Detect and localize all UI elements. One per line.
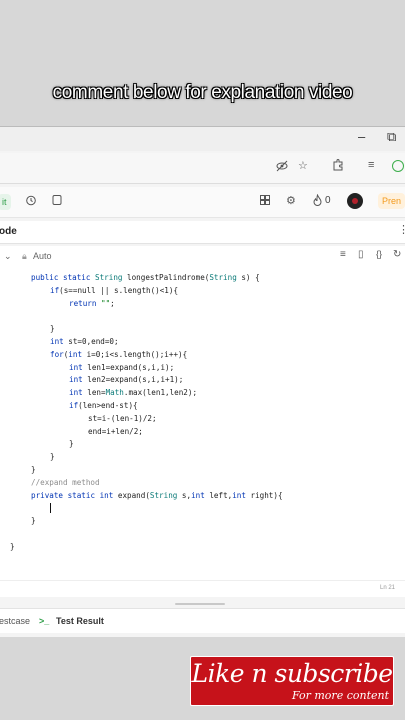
- code-line: }: [69, 439, 74, 449]
- subscribe-banner: Like n subscribe For more content: [190, 656, 394, 706]
- list-icon[interactable]: ≡: [340, 249, 346, 260]
- brackets-icon[interactable]: {}: [376, 249, 382, 259]
- code-line: }: [50, 452, 55, 462]
- code-line: for(int i=0;i<s.length();i++){: [50, 349, 188, 359]
- reading-list-icon[interactable]: ≡: [368, 159, 374, 171]
- editor-subbar: ⌄ 🔒︎ Auto ≡ ▯ {} ↻: [0, 246, 405, 268]
- alarm-icon[interactable]: [25, 194, 37, 209]
- submit-button[interactable]: it: [0, 194, 11, 210]
- video-caption: comment below for explanation video: [52, 82, 353, 103]
- chevron-down-icon[interactable]: ⌄: [4, 251, 12, 262]
- tab-test-result[interactable]: Test Result: [56, 616, 104, 626]
- code-editor[interactable]: public static String longestPalindrome(S…: [0, 268, 405, 580]
- browser-window: – ⧉ ☆ ≡ it ⚙ 0 Pren ode ⋮ ⌄ 🔒︎ Auto ≡ ▯ …: [0, 126, 405, 637]
- code-line: }: [31, 516, 36, 526]
- title-bar: – ⧉: [0, 127, 405, 151]
- terminal-icon: >_: [39, 616, 50, 626]
- fire-icon: [312, 193, 323, 209]
- bookmark-icon[interactable]: ▯: [358, 249, 364, 260]
- editor-toolbar: it ⚙ 0 Pren: [0, 187, 405, 218]
- address-bar: ☆ ≡: [0, 153, 405, 184]
- code-line: end=i+len/2;: [88, 426, 143, 436]
- editor-status-bar: Ln 21: [0, 580, 405, 597]
- avatar[interactable]: [347, 193, 363, 209]
- code-line: int len1=expand(s,i,i);: [69, 362, 175, 372]
- code-line: return "";: [69, 298, 115, 308]
- note-icon[interactable]: [51, 194, 63, 209]
- reset-icon[interactable]: ↻: [393, 249, 401, 260]
- bottom-tabs: estcase >_ Test Result: [0, 608, 405, 633]
- code-line: }: [50, 324, 55, 334]
- profile-icon[interactable]: [392, 160, 404, 172]
- streak-count: 0: [325, 195, 331, 206]
- text-cursor: [50, 503, 51, 514]
- minimize-button[interactable]: –: [358, 129, 365, 144]
- code-line: int st=0,end=0;: [50, 337, 119, 346]
- code-line: }: [10, 541, 15, 551]
- panel-resize-handle[interactable]: [175, 603, 225, 605]
- code-panel-header: ode ⋮: [0, 221, 405, 244]
- cursor-position: Ln 21: [380, 585, 396, 591]
- language-select[interactable]: Auto: [33, 251, 52, 261]
- code-line: if(len>end-st){: [69, 401, 138, 410]
- star-icon[interactable]: ☆: [298, 159, 308, 172]
- eye-off-icon[interactable]: [276, 160, 288, 175]
- layout-icon[interactable]: [259, 194, 271, 209]
- tab-testcase[interactable]: estcase: [0, 616, 30, 626]
- subscribe-title: Like n subscribe: [191, 659, 393, 688]
- code-line: int len=Math.max(len1,len2);: [69, 388, 198, 398]
- lock-icon: 🔒︎: [22, 251, 27, 261]
- extensions-icon[interactable]: [332, 159, 344, 174]
- code-line: //expand method: [31, 477, 100, 487]
- code-line: private static int expand(String s,int l…: [31, 490, 283, 500]
- panel-menu-icon[interactable]: ⋮: [398, 223, 405, 236]
- code-line: }: [31, 465, 36, 474]
- panel-title: ode: [0, 226, 17, 237]
- code-line: st=i-(len-1)/2;: [88, 413, 157, 423]
- maximize-button[interactable]: ⧉: [387, 129, 396, 145]
- code-line: int len2=expand(s,i,i+1);: [69, 375, 184, 385]
- code-line: if(s==null || s.length()<1){: [50, 285, 179, 295]
- premium-button[interactable]: Pren: [378, 193, 405, 209]
- settings-icon[interactable]: ⚙: [286, 194, 296, 207]
- code-line: public static String longestPalindrome(S…: [31, 273, 260, 282]
- subscribe-note: For more content: [291, 689, 389, 702]
